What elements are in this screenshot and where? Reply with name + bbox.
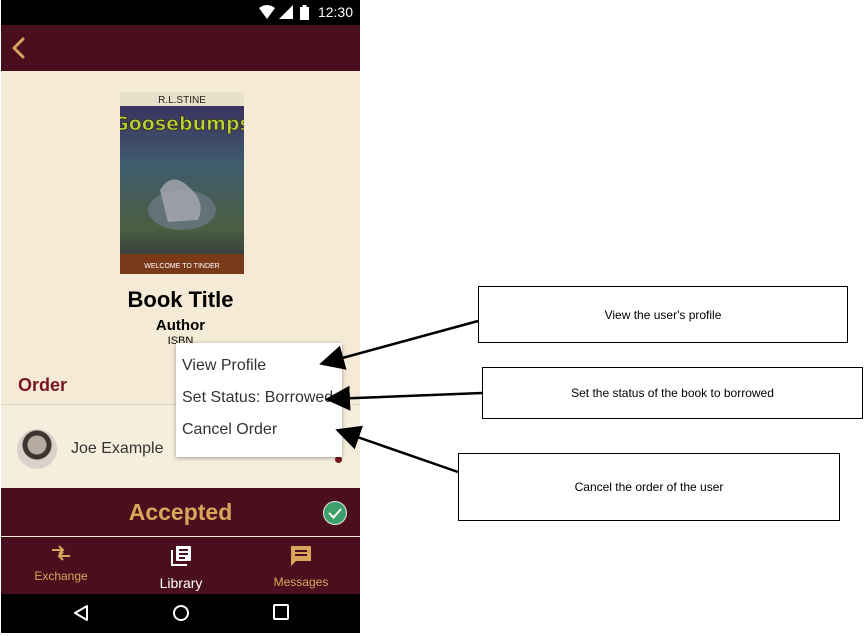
annotation-arrows bbox=[319, 319, 483, 474]
